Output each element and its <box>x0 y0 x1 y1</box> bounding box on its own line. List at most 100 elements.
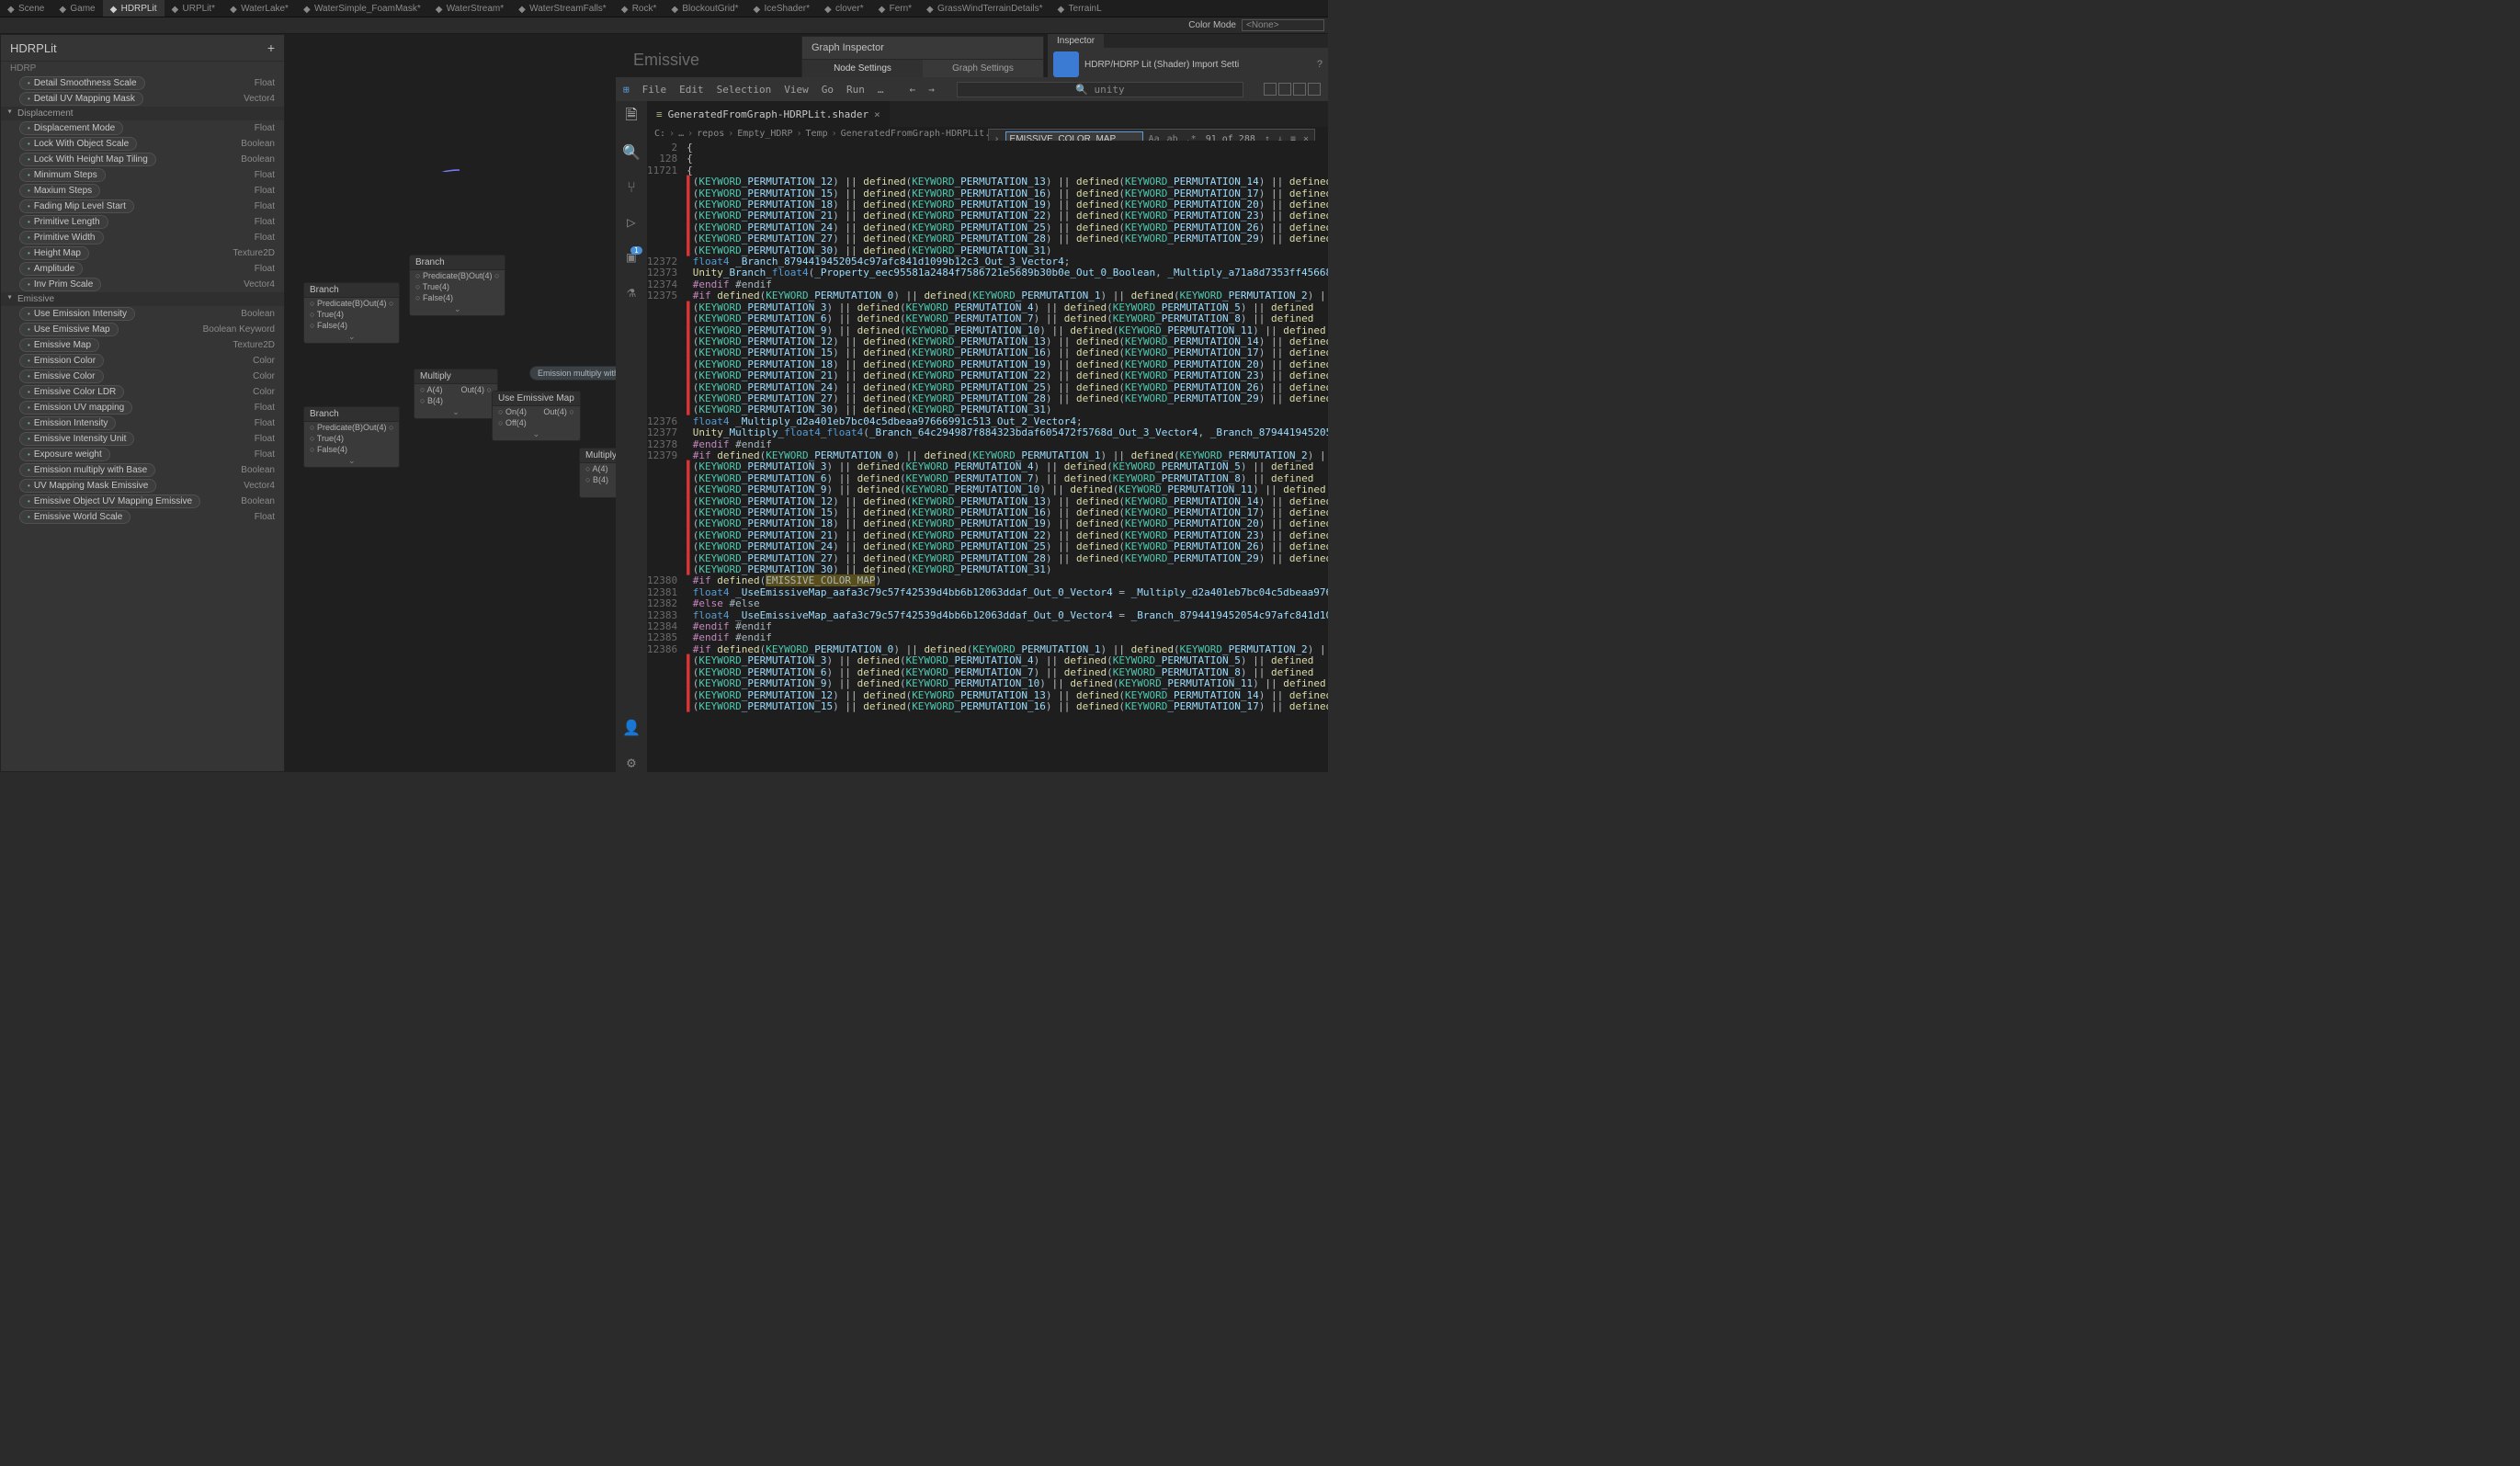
close-tab-icon[interactable]: × <box>874 108 880 120</box>
unity-tab[interactable]: ◆Scene <box>0 0 51 17</box>
accounts-icon[interactable]: 👤 <box>621 717 641 737</box>
settings-gear-icon[interactable]: ⚙ <box>621 752 641 772</box>
unity-tab[interactable]: ◆clover* <box>817 0 871 17</box>
blackboard-section-header[interactable]: ▸Emissive <box>1 292 284 306</box>
property-chip[interactable]: Primitive Length <box>19 215 108 229</box>
property-chip[interactable]: Displacement Mode <box>19 121 123 135</box>
node-settings-tab[interactable]: Node Settings <box>802 60 923 79</box>
layout-sidebar-right-icon[interactable] <box>1293 83 1306 96</box>
breadcrumb-item[interactable]: Temp <box>806 129 828 139</box>
menu-item[interactable]: File <box>642 84 667 96</box>
property-chip[interactable]: Exposure weight <box>19 448 110 461</box>
branch-node-3[interactable]: Branch Predicate(B)Out(4) True(4) False(… <box>303 406 400 468</box>
search-icon: 🔍 <box>1075 84 1094 96</box>
menu-item[interactable]: Go <box>822 84 834 96</box>
menu-item[interactable]: Run <box>846 84 865 96</box>
property-chip[interactable]: Emissive Object UV Mapping Emissive <box>19 494 200 508</box>
property-chip[interactable]: Use Emission Intensity <box>19 307 135 321</box>
property-chip[interactable]: Primitive Width <box>19 231 104 244</box>
nav-forward-icon[interactable]: → <box>928 84 935 96</box>
property-type: Float <box>255 170 275 180</box>
property-type: Boolean <box>241 465 275 475</box>
keyword-node[interactable]: Use Emissive Map On(4)Out(4) Off(4) ⌄ <box>492 391 581 441</box>
property-chip[interactable]: UV Mapping Mask Emissive <box>19 479 156 493</box>
property-chip[interactable]: Lock With Height Map Tiling <box>19 153 156 166</box>
unity-tab[interactable]: ◆WaterLake* <box>222 0 296 17</box>
unity-tab[interactable]: ◆Game <box>51 0 102 17</box>
unity-tab[interactable]: ◆Fern* <box>871 0 919 17</box>
layout-sidebar-left-icon[interactable] <box>1264 83 1277 96</box>
menu-item[interactable]: … <box>878 84 884 96</box>
branch-node-2[interactable]: Branch Predicate(B)Out(4) True(4) False(… <box>409 255 505 316</box>
chevron-down-icon[interactable]: ⌄ <box>304 331 399 343</box>
property-chip[interactable]: Minimum Steps <box>19 168 106 182</box>
unity-tab[interactable]: ◆IceShader* <box>746 0 817 17</box>
menu-item[interactable]: View <box>784 84 809 96</box>
breadcrumb-item[interactable]: … <box>678 129 684 139</box>
unity-tab[interactable]: ◆WaterStream* <box>428 0 511 17</box>
menu-item[interactable]: Selection <box>717 84 772 96</box>
unity-tab[interactable]: ◆GrassWindTerrainDetails* <box>919 0 1050 17</box>
property-chip[interactable]: Emissive World Scale <box>19 510 131 524</box>
color-mode-dropdown[interactable]: <None> <box>1242 19 1324 31</box>
property-chip[interactable]: Detail UV Mapping Mask <box>19 92 143 106</box>
breadcrumb-item[interactable]: repos <box>697 129 724 139</box>
testing-icon[interactable]: ⚗ <box>621 281 641 301</box>
property-type: Color <box>253 371 275 381</box>
property-chip[interactable]: Emission UV mapping <box>19 401 132 415</box>
breadcrumb-item[interactable]: Empty_HDRP <box>737 129 792 139</box>
nav-back-icon[interactable]: ← <box>909 84 915 96</box>
chevron-down-icon[interactable]: ⌄ <box>304 455 399 467</box>
search-icon[interactable]: 🔍 <box>621 142 641 162</box>
graph-inspector[interactable]: Graph Inspector Node Settings Graph Sett… <box>801 36 1044 80</box>
property-chip[interactable]: Fading Mip Level Start <box>19 199 134 213</box>
graph-inspector-title: Graph Inspector <box>802 37 1043 59</box>
add-property-button[interactable]: + <box>267 40 275 55</box>
file-icon: ≡ <box>656 108 663 120</box>
menu-item[interactable]: Edit <box>679 84 704 96</box>
graph-group-title: Emissive <box>633 51 699 70</box>
unity-tab[interactable]: ◆WaterStreamFalls* <box>511 0 614 17</box>
chevron-down-icon[interactable]: ⌄ <box>493 428 580 440</box>
property-chip[interactable]: Maxium Steps <box>19 184 100 198</box>
property-chip[interactable]: Emissive Color LDR <box>19 385 124 399</box>
property-chip[interactable]: Emissive Map <box>19 338 99 352</box>
layout-customize-icon[interactable] <box>1308 83 1321 96</box>
unity-tab[interactable]: ◆TerrainL <box>1050 0 1109 17</box>
property-chip[interactable]: Emission Color <box>19 354 104 368</box>
property-chip[interactable]: Emission Intensity <box>19 416 116 430</box>
property-chip[interactable]: Amplitude <box>19 262 83 276</box>
property-type: Color <box>253 387 275 397</box>
branch-node-1[interactable]: Branch Predicate(B)Out(4) True(4) False(… <box>303 282 400 344</box>
run-debug-icon[interactable]: ▷ <box>621 211 641 232</box>
extensions-icon[interactable]: ▣1 <box>621 246 641 267</box>
unity-tab[interactable]: ◆WaterSimple_FoamMask* <box>296 0 428 17</box>
multiply-node-1[interactable]: Multiply A(4)Out(4) B(4) ⌄ <box>414 369 498 419</box>
property-chip[interactable]: Inv Prim Scale <box>19 278 101 291</box>
property-chip[interactable]: Height Map <box>19 246 89 260</box>
unity-tab[interactable]: ◆URPLit* <box>165 0 223 17</box>
graph-settings-tab[interactable]: Graph Settings <box>923 60 1043 79</box>
editor-tab[interactable]: ≡ GeneratedFromGraph-HDRPLit.shader × <box>647 101 890 127</box>
explorer-icon[interactable]: 🗎 <box>621 107 641 127</box>
property-chip[interactable]: Emission multiply with Base <box>19 463 155 477</box>
breadcrumb-item[interactable]: C: <box>654 129 665 139</box>
property-type: Float <box>255 449 275 460</box>
unity-tab[interactable]: ◆Rock* <box>614 0 664 17</box>
help-icon[interactable]: ? <box>1317 59 1322 70</box>
unity-tab[interactable]: ◆BlockoutGrid* <box>664 0 745 17</box>
blackboard-section-header[interactable]: ▸Displacement <box>1 107 284 120</box>
chevron-down-icon[interactable]: ⌄ <box>414 406 497 418</box>
property-chip[interactable]: Use Emissive Map <box>19 323 119 336</box>
command-center[interactable]: 🔍 unity <box>957 82 1243 97</box>
property-type: Float <box>255 217 275 227</box>
source-control-icon[interactable]: ⑂ <box>621 176 641 197</box>
unity-tab[interactable]: ◆HDRPLit <box>103 0 165 17</box>
chevron-down-icon[interactable]: ⌄ <box>410 303 505 315</box>
layout-panel-icon[interactable] <box>1278 83 1291 96</box>
property-chip[interactable]: Detail Smoothness Scale <box>19 76 145 90</box>
property-chip[interactable]: Emissive Color <box>19 369 104 383</box>
property-chip[interactable]: Lock With Object Scale <box>19 137 137 151</box>
inspector-tab[interactable]: Inspector <box>1048 34 1104 48</box>
property-chip[interactable]: Emissive Intensity Unit <box>19 432 134 446</box>
